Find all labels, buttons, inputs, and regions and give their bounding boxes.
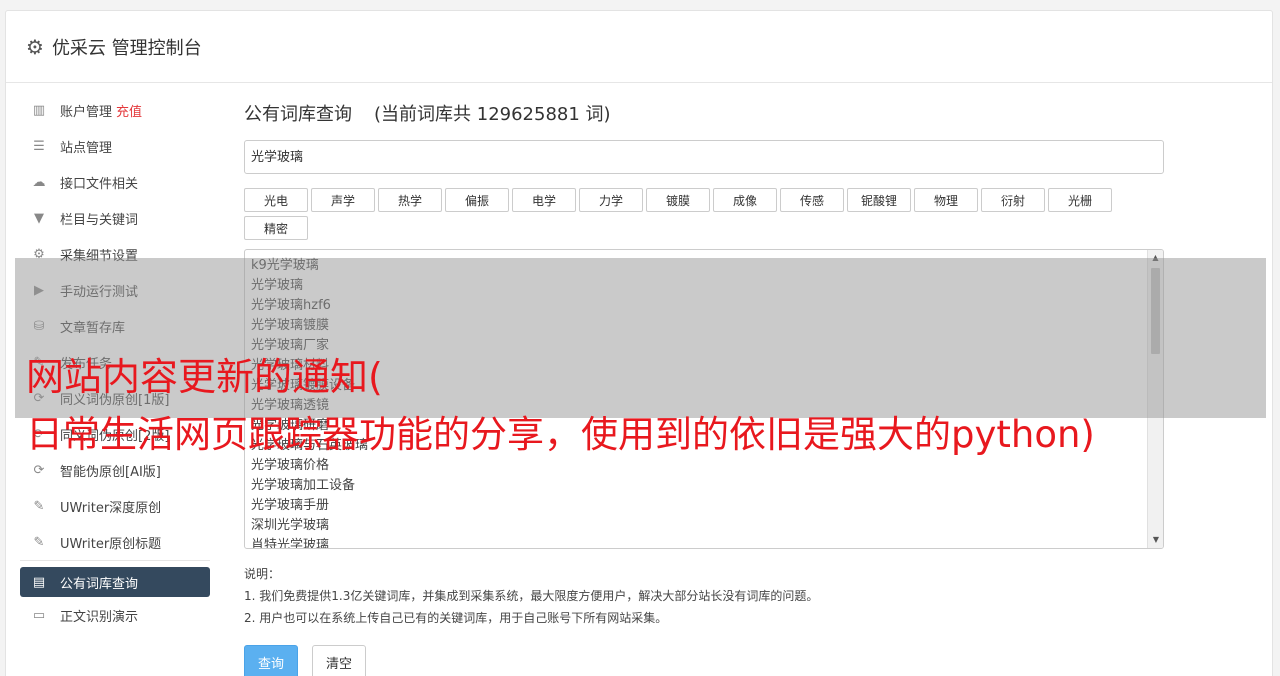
sidebar-item[interactable]: ▭ 正文识别演示	[20, 597, 210, 633]
list-item[interactable]: 深圳光学玻璃	[251, 516, 1157, 536]
tag-list: 光电 声学 热学 偏振 电学 力学 镀膜 成像 传感 铌酸锂 物理 衍射 光栅精密	[244, 188, 1124, 244]
tag-button[interactable]: 成像	[713, 188, 777, 212]
sidebar-item[interactable]: ✎ UWriter原创标题	[20, 524, 210, 560]
panel-header: ⚙ 优采云 管理控制台	[6, 11, 1272, 83]
list-item[interactable]: 光学玻璃加工设备	[251, 476, 1157, 496]
cloud-upload-icon: ☁	[32, 174, 46, 190]
sidebar-item-label: UWriter原创标题	[60, 536, 162, 552]
word-count: (当前词库共 129625881 词)	[374, 104, 611, 125]
search-input[interactable]: 光学玻璃	[244, 140, 1164, 174]
sidebar-item[interactable]: ▤ 公有词库查询	[20, 567, 210, 597]
notes: 说明： 1. 我们免费提供1.3亿关键词库，并集成到采集系统，最大限度方便用户，…	[244, 563, 1164, 629]
notes-label: 说明：	[244, 567, 281, 581]
sidebar-item-label: UWriter深度原创	[60, 500, 162, 516]
sidebar-item[interactable]: ▼ 栏目与关键词	[20, 200, 210, 236]
section-title-text: 公有词库查询	[244, 104, 352, 125]
headline-line-2: 日常生活网页跟踪器功能的分享，使用到的依旧是强大的python)	[26, 413, 1095, 456]
book-icon: ▤	[32, 574, 46, 590]
tag-button[interactable]: 偏振	[445, 188, 509, 212]
edit-icon: ✎	[33, 534, 45, 550]
page-title: 优采云 管理控制台	[51, 37, 202, 59]
action-buttons: 查询 清空	[244, 645, 1164, 676]
sidebar-item[interactable]: ☰ 站点管理	[20, 128, 210, 164]
tag-button[interactable]: 精密	[244, 216, 308, 240]
tag-button[interactable]: 力学	[579, 188, 643, 212]
clear-button[interactable]: 清空	[312, 645, 366, 676]
list-item[interactable]: 光学玻璃价格	[251, 456, 1157, 476]
sidebar-item-label: 正文识别演示	[60, 609, 139, 625]
tag-button[interactable]: 热学	[378, 188, 442, 212]
recharge-link[interactable]: 充值	[116, 101, 142, 120]
tag-button[interactable]: 衍射	[981, 188, 1045, 212]
sidebar-item-label: 接口文件相关	[60, 176, 139, 192]
edit-icon: ✎	[33, 498, 45, 514]
filter-icon: ▼	[34, 210, 44, 226]
section-title: 公有词库查询 (当前词库共 129625881 词)	[244, 100, 1164, 130]
refresh-icon: ⟳	[33, 462, 45, 478]
scroll-down-icon[interactable]: ▼	[1148, 532, 1163, 548]
monitor-icon: ▭	[32, 607, 46, 623]
tag-button[interactable]: 镀膜	[646, 188, 710, 212]
notes-line: 2. 用户也可以在系统上传自己已有的关键词库，用于自己账号下所有网站采集。	[244, 611, 668, 625]
sidebar-divider	[20, 560, 210, 561]
tag-button[interactable]: 物理	[914, 188, 978, 212]
list-item[interactable]: 光学玻璃手册	[251, 496, 1157, 516]
query-button[interactable]: 查询	[244, 645, 298, 676]
sidebar-item[interactable]: ✎ UWriter深度原创	[20, 488, 210, 524]
tag-button[interactable]: 电学	[512, 188, 576, 212]
sidebar-item-label: 栏目与关键词	[60, 212, 139, 228]
tag-button[interactable]: 传感	[780, 188, 844, 212]
bar-chart-icon: ▥	[32, 102, 46, 118]
headline-line-1: 网站内容更新的通知(	[26, 355, 383, 399]
sidebar-item-label: 公有词库查询	[60, 576, 139, 592]
sidebar-item-label: 站点管理	[60, 140, 113, 156]
gear-icon: ⚙	[26, 34, 44, 59]
sidebar-item[interactable]: ☁ 接口文件相关	[20, 164, 210, 200]
tag-button[interactable]: 铌酸锂	[847, 188, 911, 212]
sidebar-item-label: 账户管理	[60, 104, 113, 120]
tag-button[interactable]: 光栅	[1048, 188, 1112, 212]
notes-line: 1. 我们免费提供1.3亿关键词库，并集成到采集系统，最大限度方便用户，解决大部…	[244, 589, 819, 603]
tag-button[interactable]: 声学	[311, 188, 375, 212]
sidebar-item-label: 智能伪原创[AI版]	[60, 464, 161, 480]
tag-button[interactable]: 光电	[244, 188, 308, 212]
list-item[interactable]: 肖特光学玻璃	[251, 536, 1157, 548]
server-icon: ☰	[33, 138, 45, 154]
sidebar-item[interactable]: ▥ 账户管理 充值	[20, 92, 210, 128]
